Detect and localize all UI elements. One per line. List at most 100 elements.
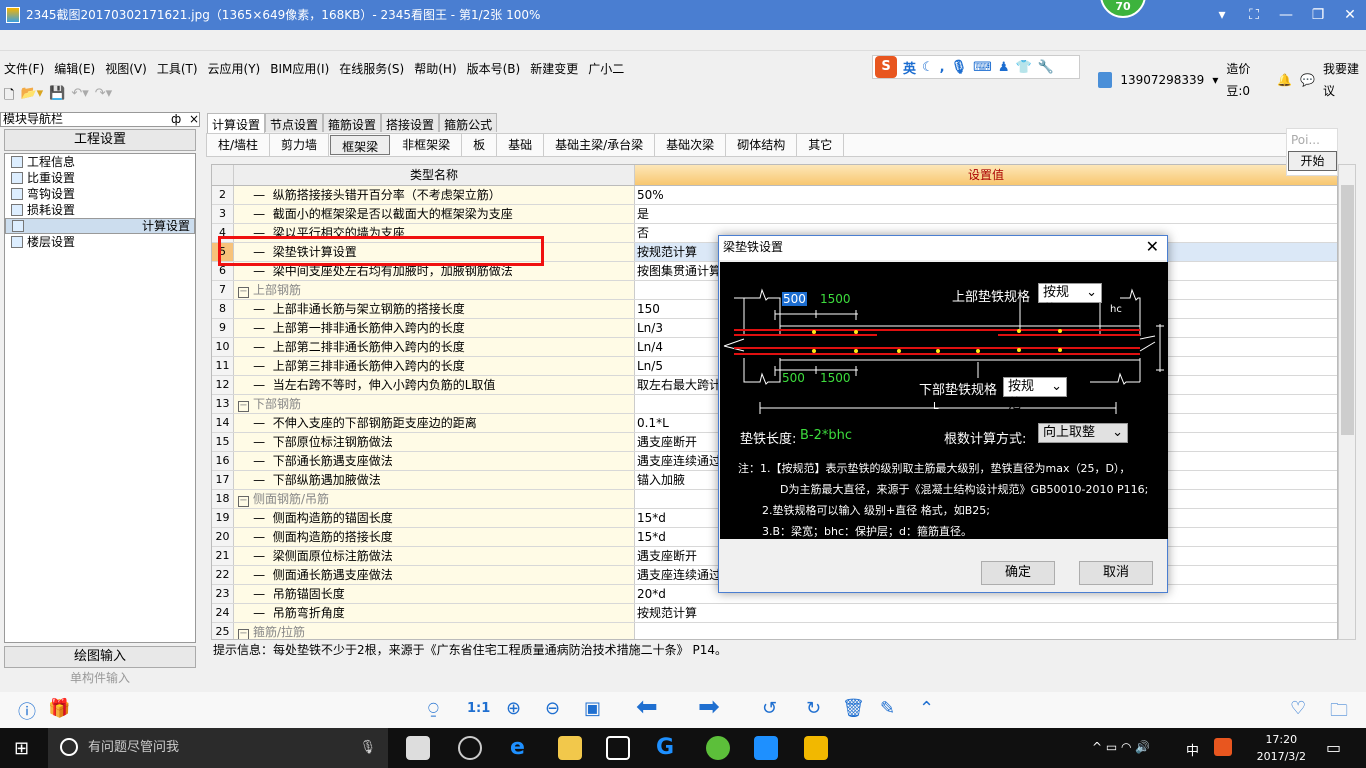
prev-arrow-icon[interactable]: ⬅: [636, 692, 658, 722]
subtab[interactable]: 柱/墙柱: [207, 134, 271, 156]
subtab[interactable]: 非框架梁: [391, 134, 463, 156]
taskbar-app-icon[interactable]: [458, 736, 482, 760]
user-phone[interactable]: 13907298339: [1120, 69, 1204, 91]
nav-item[interactable]: 比重设置: [5, 170, 195, 186]
folder-search-icon[interactable]: 🗀: [1330, 698, 1348, 728]
setting-value[interactable]: [635, 623, 1337, 639]
setting-value[interactable]: 50%: [635, 186, 1337, 204]
explorer-icon[interactable]: [558, 736, 582, 760]
user-icon[interactable]: ♟: [998, 60, 1010, 75]
taskbar-app-icon[interactable]: [406, 736, 430, 760]
edge-icon[interactable]: e: [510, 736, 534, 760]
table-row[interactable]: 3 — 截面小的框架梁是否以截面大的框架梁为支座是: [212, 205, 1337, 224]
nav-item[interactable]: 工程信息: [5, 154, 195, 170]
sogou-tray-icon[interactable]: [1214, 738, 1232, 756]
tab[interactable]: 计算设置: [207, 113, 266, 133]
undo-icon[interactable]: ↶▾: [71, 86, 88, 108]
tray-icons[interactable]: ^ ▭ ◠ 🔊: [1092, 740, 1150, 754]
up-icon[interactable]: ⌃: [919, 698, 934, 719]
nav-section-component[interactable]: 单构件输入: [4, 670, 196, 686]
bottom-right-length[interactable]: 1500: [820, 371, 851, 385]
ok-button[interactable]: 确定: [981, 561, 1055, 585]
table-row[interactable]: 24 — 吊筋弯折角度 按规范计算: [212, 604, 1337, 623]
subtab[interactable]: 板: [462, 134, 498, 156]
suggest-link[interactable]: 我要建议: [1323, 58, 1366, 102]
dialog-close-button[interactable]: ✕: [1146, 236, 1159, 258]
pad-length-value[interactable]: B-2*bhc: [800, 428, 852, 443]
start-button[interactable]: 开始: [1288, 151, 1337, 171]
bottom-left-length[interactable]: 500: [782, 371, 805, 385]
menu-item[interactable]: 视图(V): [105, 58, 147, 80]
setting-value[interactable]: 按规范计算: [635, 604, 1337, 622]
table-row[interactable]: 25− 箍筋/拉筋: [212, 623, 1337, 639]
nav-section-engineering[interactable]: 工程设置: [4, 129, 196, 151]
mic-icon[interactable]: 🎙: [359, 728, 376, 768]
top-right-length[interactable]: 1500: [820, 292, 851, 306]
menu-item[interactable]: 版本号(B): [467, 58, 521, 80]
subtab[interactable]: 基础主梁/承台梁: [544, 134, 656, 156]
new-file-icon[interactable]: 🗋: [4, 86, 14, 108]
menu-item[interactable]: 文件(F): [4, 58, 44, 80]
subtab[interactable]: 基础次梁: [655, 134, 727, 156]
info-icon[interactable]: ⓘ: [18, 698, 36, 724]
subtab[interactable]: 其它: [797, 134, 845, 156]
keyboard-icon[interactable]: ⌨: [973, 60, 992, 75]
menu-icon[interactable]: ▾: [1206, 0, 1238, 30]
ime-indicator[interactable]: 中: [1186, 740, 1199, 759]
collapse-icon[interactable]: −: [238, 496, 249, 507]
table-row[interactable]: 2 — 纵筋搭接接头错开百分率（不考虑架立筋） 50%: [212, 186, 1337, 205]
wrench-icon[interactable]: 🔧: [1038, 60, 1054, 75]
rotate-left-icon[interactable]: ↺: [762, 698, 777, 719]
minimize-button[interactable]: —: [1270, 0, 1302, 30]
cancel-button[interactable]: 取消: [1079, 561, 1153, 585]
zoom-out-icon[interactable]: ⊖: [545, 698, 560, 719]
save-icon[interactable]: 💾: [49, 86, 65, 108]
menu-item[interactable]: 广小二: [588, 58, 624, 80]
slideshow-icon[interactable]: ▣: [584, 698, 601, 719]
menu-item[interactable]: 帮助(H): [414, 58, 456, 80]
nav-close-icon[interactable]: ×: [189, 112, 199, 126]
notification-icon[interactable]: ▭: [1326, 738, 1341, 757]
subtab[interactable]: 框架梁: [330, 135, 391, 155]
nav-item[interactable]: 损耗设置: [5, 202, 195, 218]
subtab[interactable]: 基础: [497, 134, 545, 156]
tab[interactable]: 箍筋设置: [323, 113, 382, 132]
nav-item[interactable]: 计算设置: [5, 218, 195, 234]
redo-icon[interactable]: ↷▾: [95, 86, 112, 108]
grid-scrollbar[interactable]: [1338, 164, 1356, 640]
zoom-in-icon[interactable]: ⊕: [506, 698, 521, 719]
pin-icon[interactable]: ф: [171, 112, 181, 126]
subtab[interactable]: 砌体结构: [726, 134, 798, 156]
cortana-search[interactable]: 有问题尽管问我 🎙: [48, 728, 388, 768]
skin-icon[interactable]: 👕: [1016, 60, 1032, 75]
sogou-logo[interactable]: S: [875, 56, 897, 78]
collapse-icon[interactable]: −: [238, 401, 249, 412]
store-icon[interactable]: [606, 736, 630, 760]
menu-item[interactable]: 在线服务(S): [339, 58, 404, 80]
scroll-thumb[interactable]: [1341, 185, 1354, 435]
heart-icon[interactable]: ♡: [1290, 698, 1306, 719]
mic-icon[interactable]: 🎙: [951, 60, 968, 75]
taskbar-app-icon[interactable]: G: [656, 736, 680, 760]
nav-item[interactable]: 楼层设置: [5, 234, 195, 250]
subtab[interactable]: 剪力墙: [270, 134, 330, 156]
setting-value[interactable]: 是: [635, 205, 1337, 223]
top-spec-select[interactable]: 按规范 ⌄: [1038, 283, 1102, 318]
next-arrow-icon[interactable]: ➡: [698, 692, 720, 722]
image-viewer-icon[interactable]: [804, 736, 828, 760]
dropdown-icon[interactable]: ▾: [1212, 69, 1218, 91]
clock[interactable]: 17:20 2017/3/2: [1257, 731, 1306, 765]
menu-item[interactable]: 云应用(Y): [208, 58, 261, 80]
nav-item[interactable]: 弯钩设置: [5, 186, 195, 202]
maximize-button[interactable]: ❐: [1302, 0, 1334, 30]
top-left-length-input[interactable]: 500: [782, 292, 807, 306]
bottom-spec-select[interactable]: 按规范 ⌄: [1003, 377, 1067, 412]
edit-icon[interactable]: ✎: [880, 698, 895, 719]
nav-section-drawing[interactable]: 绘图输入: [4, 646, 196, 668]
collapse-icon[interactable]: −: [238, 629, 249, 639]
open-folder-icon[interactable]: 📂▾: [20, 86, 43, 108]
tab[interactable]: 节点设置: [265, 113, 324, 132]
actual-size-icon[interactable]: 1:1: [467, 701, 490, 716]
rotate-right-icon[interactable]: ↻: [806, 698, 821, 719]
start-button[interactable]: ⊞: [14, 738, 29, 759]
